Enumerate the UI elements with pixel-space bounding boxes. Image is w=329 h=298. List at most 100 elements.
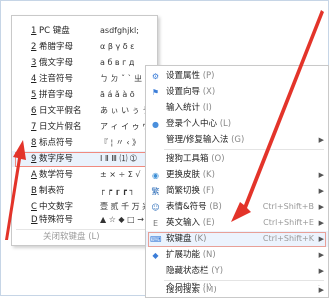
soft-keyboard-item-math[interactable]: A 数学符号 ± × ÷ Σ √ — [12, 167, 157, 183]
item-label: 希腊字母 — [39, 42, 74, 52]
soft-keyboard-item-hiragana[interactable]: 6 日文平假名 あ ぃ い ぅ う — [12, 103, 157, 119]
menu-item-change-skin[interactable]: ◉ 更换皮肤 (K) ▶ — [146, 167, 328, 183]
item-number: D — [31, 215, 38, 225]
simp-trad-icon: 繁 — [151, 187, 160, 196]
item-number: 9 — [31, 154, 37, 164]
menu-item-sogou-search-clip: 搜狗搜索 (M) ▶ — [145, 286, 328, 296]
item-sample: а б в г д — [100, 58, 135, 67]
soft-keyboard-item-russian[interactable]: 3 俄文字母 а б в г д — [12, 55, 157, 71]
item-number: B — [31, 186, 37, 196]
menu-item-login-center[interactable]: ● 登录个人中心 (L) — [146, 116, 328, 132]
english-icon: E — [152, 219, 159, 228]
item-sample: ㄅ ㄉ ˇ ˋ ㄓ ˊ — [100, 74, 149, 83]
item-sample: あ ぃ い ぅ う — [100, 106, 151, 115]
item-sample: 『 ¦ 〃 ‹ 》 — [100, 138, 141, 147]
soft-keyboard-item-zhuyin[interactable]: 4 注音符号 ㄅ ㄉ ˇ ˋ ㄓ ˊ — [12, 71, 157, 87]
shortcut-text: Ctrl+Shift+E — [263, 218, 314, 227]
emoticon-icon: ☺ — [151, 203, 160, 212]
item-sample: ア ィ イ ゥ ウ — [100, 122, 151, 131]
shortcut-text: Ctrl+Shift+K — [262, 234, 314, 243]
shortcut-text: Ctrl+Shift+B — [262, 202, 314, 211]
item-label: PC 键盘 — [39, 26, 70, 36]
item-number: 6 — [31, 106, 37, 116]
item-sample: ± × ÷ Σ √ — [100, 170, 141, 179]
skin-icon: ◉ — [152, 171, 159, 180]
item-sample: ▲ ☆ ◆ □ → — [100, 215, 144, 224]
menu-item-english-input[interactable]: E 英文输入 (E) Ctrl+Shift+E ▶ — [146, 215, 328, 231]
soft-keyboard-item-box-drawing[interactable]: B 制表符 ┌ ┍ ┎ ┏ ┐ — [12, 183, 157, 199]
menu-item-hide-status-bar[interactable]: 隐藏状态栏 (Y) ▶ — [146, 263, 328, 279]
item-label: 数学符号 — [39, 170, 74, 180]
flag-icon: ⚑ — [151, 88, 160, 97]
keyboard-icon: ⌨ — [150, 235, 162, 244]
item-sample: ┌ ┍ ┎ ┏ ┐ — [100, 186, 135, 195]
menu-item-input-stats[interactable]: 输入统计 (I) — [146, 100, 328, 116]
menu-item-manage-repair[interactable]: 管理/修复输入法 (G) ▶ — [146, 132, 328, 148]
item-label: 特殊符号 — [39, 215, 74, 225]
item-label: 拼音字母 — [39, 90, 74, 100]
soft-keyboard-item-pc[interactable]: 1 PC 键盘 asdfghjkl; — [12, 23, 157, 39]
extension-icon: ◆ — [152, 251, 159, 260]
item-label: 日文平假名 — [39, 106, 82, 116]
chevron-right-icon: ▶ — [318, 203, 324, 211]
menu-item-label: 英文输入 (E) — [166, 218, 215, 228]
item-label: 制表符 — [39, 186, 65, 196]
item-number: 3 — [31, 58, 37, 68]
menu-item-label: 简繁切换 (F) — [166, 186, 215, 196]
item-label: 数字序号 — [39, 154, 74, 164]
menu-item-settings[interactable]: ⚙ 设置属性 (P) — [146, 68, 328, 84]
menu-item-label: 扩展功能 (N) — [166, 250, 216, 260]
close-soft-keyboard-item[interactable]: 关闭软键盘 (L) — [43, 230, 100, 244]
chevron-right-icon: ▶ — [318, 286, 324, 294]
item-label: 标点符号 — [39, 138, 74, 148]
soft-keyboard-menu: 1 PC 键盘 asdfghjkl; 2 希腊字母 α β γ δ ε 3 俄文… — [11, 15, 158, 246]
menu-item-label: 输入统计 (I) — [166, 103, 212, 113]
menu-item-setup-wizard[interactable]: ⚑ 设置向导 (X) — [146, 84, 328, 100]
item-number: 5 — [31, 90, 37, 100]
item-sample: Ⅰ Ⅱ Ⅲ ⑴ ➀ — [100, 154, 137, 163]
item-sample: asdfghjkl; — [100, 26, 139, 35]
item-label: 日文片假名 — [39, 122, 82, 132]
soft-keyboard-item-katakana[interactable]: 7 日文片假名 ア ィ イ ゥ ウ — [12, 119, 157, 135]
menu-item-emoticons[interactable]: ☺ 表情&符号 (B) Ctrl+Shift+B ▶ — [146, 199, 328, 215]
menu-item-label: 表情&符号 (B) — [166, 202, 222, 212]
item-number: 4 — [31, 74, 37, 84]
soft-keyboard-item-greek[interactable]: 2 希腊字母 α β γ δ ε — [12, 39, 157, 55]
item-sample: α β γ δ ε — [100, 42, 135, 51]
menu-item-label: 搜狗工具箱 (O) — [166, 154, 225, 164]
chevron-right-icon: ▶ — [318, 171, 324, 179]
menu-item-toolbox[interactable]: 搜狗工具箱 (O) — [146, 151, 328, 167]
soft-keyboard-item-pinyin[interactable]: 5 拼音字母 ā á ǎ à ō — [12, 87, 157, 103]
item-sample: ā á ǎ à ō — [100, 90, 135, 99]
menu-divider — [164, 149, 324, 150]
chevron-right-icon: ▶ — [318, 267, 324, 275]
chevron-right-icon: ▶ — [318, 187, 324, 195]
item-label: 俄文字母 — [39, 58, 74, 68]
menu-item-extensions[interactable]: ◆ 扩展功能 (N) ▶ — [146, 247, 328, 263]
soft-keyboard-item-special-symbols[interactable]: D 特殊符号 ▲ ☆ ◆ □ → — [12, 212, 157, 228]
menu-item-label: 登录个人中心 (L) — [166, 119, 232, 129]
menu-item-label: 软键盘 (K) — [166, 234, 207, 244]
menu-item-label: 管理/修复输入法 (G) — [166, 135, 245, 145]
chevron-right-icon: ▶ — [318, 251, 324, 259]
chevron-right-icon: ▶ — [318, 219, 324, 227]
menu-item-sogou-search[interactable]: 搜狗搜索 (M) ▶ — [146, 286, 328, 296]
item-number: 1 — [31, 26, 37, 36]
chevron-right-icon: ▶ — [318, 235, 324, 243]
chevron-right-icon: ▶ — [318, 136, 324, 144]
item-label: 注音符号 — [39, 74, 74, 84]
menu-item-simp-trad[interactable]: 繁 简繁切换 (F) ▶ — [146, 183, 328, 199]
item-number: 2 — [31, 42, 37, 52]
user-icon: ● — [152, 120, 159, 129]
item-number: 8 — [31, 138, 37, 148]
menu-item-label: 隐藏状态栏 (Y) — [166, 266, 224, 276]
menu-item-soft-keyboard[interactable]: ⌨ 软键盘 (K) Ctrl+Shift+K ▶ — [146, 231, 328, 247]
item-number: A — [31, 170, 37, 180]
menu-item-label: 更换皮肤 (K) — [166, 170, 215, 180]
menu-item-label: 搜狗搜索 (M) — [166, 286, 217, 295]
ime-context-menu: ⚙ 设置属性 (P) ⚑ 设置向导 (X) 输入统计 (I) ● 登录个人中心 … — [145, 65, 329, 298]
soft-keyboard-item-number-ordinals[interactable]: 9 数字序号 Ⅰ Ⅱ Ⅲ ⑴ ➀ — [12, 151, 157, 167]
menu-item-label: 设置向导 (X) — [166, 87, 216, 97]
soft-keyboard-item-punctuation[interactable]: 8 标点符号 『 ¦ 〃 ‹ 》 — [12, 135, 157, 151]
gear-icon: ⚙ — [151, 72, 160, 81]
